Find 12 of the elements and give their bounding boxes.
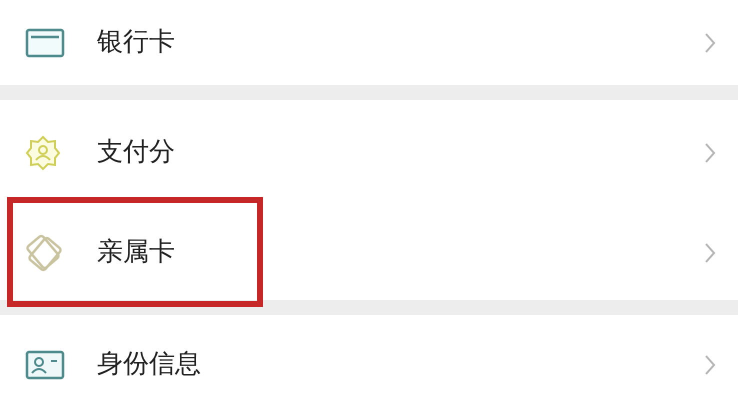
chevron-right-icon bbox=[704, 354, 716, 376]
chevron-right-icon bbox=[704, 142, 716, 164]
chevron-right-icon bbox=[704, 242, 716, 264]
cards-icon bbox=[25, 234, 63, 272]
row-label: 身份信息 bbox=[97, 348, 202, 381]
badge-icon bbox=[25, 134, 61, 170]
row-label: 支付分 bbox=[97, 136, 176, 169]
chevron-right-icon bbox=[704, 32, 716, 54]
row-label: 银行卡 bbox=[97, 26, 176, 59]
id-card-icon bbox=[25, 350, 65, 380]
row-label: 亲属卡 bbox=[97, 236, 176, 269]
card-icon bbox=[25, 28, 65, 58]
